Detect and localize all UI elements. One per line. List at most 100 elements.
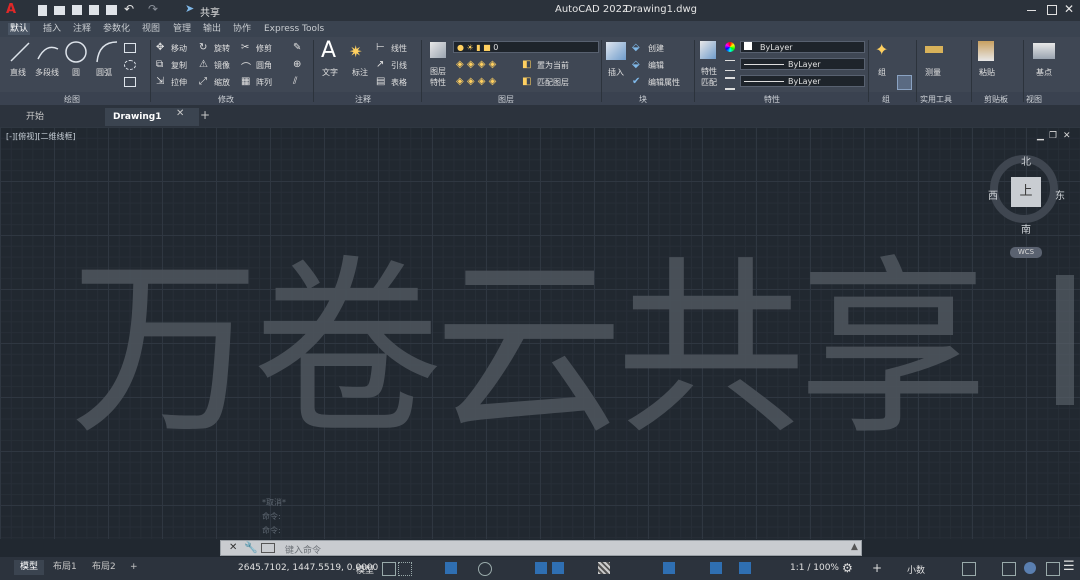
share-icon[interactable]: ➤ bbox=[185, 2, 194, 15]
base-view-icon[interactable] bbox=[1033, 43, 1055, 59]
array-label[interactable]: 阵列 bbox=[256, 77, 272, 88]
layer-tools-icon[interactable]: ◈ ◈ ◈ ◈ bbox=[456, 59, 496, 70]
trim-label[interactable]: 修剪 bbox=[256, 43, 272, 54]
command-input[interactable]: 键入命令 bbox=[285, 543, 321, 556]
grid-icon[interactable] bbox=[382, 562, 396, 576]
edit-block-icon[interactable]: ⬙ bbox=[632, 59, 640, 70]
erase-icon[interactable]: ✎ bbox=[293, 42, 301, 53]
tab-default[interactable]: 默认 bbox=[8, 23, 31, 35]
command-settings-icon[interactable]: 🔧 bbox=[244, 541, 258, 554]
polyline-icon[interactable] bbox=[36, 41, 60, 63]
polar-tracking-icon[interactable] bbox=[478, 562, 492, 576]
layout-tab-model[interactable]: 模型 bbox=[14, 560, 45, 575]
move-icon[interactable]: ✥ bbox=[156, 42, 164, 53]
tab-express-tools[interactable]: Express Tools bbox=[262, 23, 326, 35]
workspace-gear-icon[interactable]: ⚙ bbox=[842, 561, 853, 575]
open-file-icon[interactable] bbox=[54, 6, 65, 15]
move-label[interactable]: 移动 bbox=[171, 43, 187, 54]
fillet-label[interactable]: 圆角 bbox=[256, 60, 272, 71]
command-close-icon[interactable]: ✕ bbox=[229, 542, 237, 553]
compass-south[interactable]: 南 bbox=[1021, 221, 1031, 236]
tab-insert[interactable]: 插入 bbox=[41, 23, 63, 35]
paste-label[interactable]: 粘贴 bbox=[979, 67, 995, 78]
trim-icon[interactable]: ✂ bbox=[241, 42, 249, 53]
match-layer-icon[interactable]: ◧ bbox=[522, 76, 531, 87]
match-properties-label[interactable]: 特性 bbox=[701, 66, 717, 77]
table-label[interactable]: 表格 bbox=[391, 77, 407, 88]
annotation-visibility-icon[interactable] bbox=[739, 562, 751, 574]
tab-collaborate[interactable]: 协作 bbox=[231, 23, 253, 35]
viewport-minimize-icon[interactable]: ▁ bbox=[1037, 131, 1044, 141]
viewport-restore-icon[interactable]: ❐ bbox=[1049, 131, 1057, 141]
text-label[interactable]: 文字 bbox=[322, 67, 338, 78]
tab-manage[interactable]: 管理 bbox=[171, 23, 193, 35]
stretch-label[interactable]: 拉伸 bbox=[171, 77, 187, 88]
view-cube-face[interactable]: 上 bbox=[1011, 177, 1041, 207]
base-label[interactable]: 基点 bbox=[1036, 67, 1052, 78]
tab-parametric[interactable]: 参数化 bbox=[101, 23, 132, 35]
compass-east[interactable]: 东 bbox=[1055, 187, 1065, 202]
clean-screen-icon[interactable] bbox=[1046, 562, 1060, 576]
leader-label[interactable]: 引线 bbox=[391, 60, 407, 71]
paste-icon[interactable] bbox=[978, 41, 994, 61]
set-current-icon[interactable]: ◧ bbox=[522, 59, 531, 70]
redo-icon[interactable]: ↷ bbox=[148, 2, 158, 16]
navigation-bar[interactable] bbox=[1056, 275, 1074, 405]
rotate-icon[interactable]: ↻ bbox=[199, 42, 207, 53]
selection-cycling-icon[interactable] bbox=[663, 562, 675, 574]
table-grid-icon[interactable] bbox=[124, 77, 136, 87]
rotate-label[interactable]: 旋转 bbox=[214, 43, 230, 54]
mirror-label[interactable]: 镜像 bbox=[214, 60, 230, 71]
array-icon[interactable]: ▦ bbox=[241, 76, 250, 87]
tab-output[interactable]: 输出 bbox=[201, 23, 223, 35]
drawing-tab[interactable]: Drawing1 bbox=[105, 108, 199, 126]
command-history-expand-icon[interactable]: ▲ bbox=[851, 542, 858, 552]
close-icon[interactable]: ✕ bbox=[1064, 2, 1074, 16]
new-file-icon[interactable] bbox=[38, 5, 47, 16]
model-space-button[interactable]: 模型 bbox=[356, 563, 374, 576]
dimension-icon[interactable]: ✷ bbox=[349, 42, 362, 61]
close-tab-icon[interactable]: ✕ bbox=[176, 108, 184, 119]
wcs-menu[interactable]: WCS bbox=[1010, 247, 1042, 258]
layer-properties-label-2[interactable]: 特性 bbox=[430, 77, 446, 88]
block-group-title[interactable]: 块 bbox=[639, 94, 647, 105]
groups-group-title[interactable]: 组 bbox=[882, 94, 890, 105]
quick-properties-icon[interactable] bbox=[962, 562, 976, 576]
autocad-logo-icon[interactable]: A bbox=[6, 3, 18, 17]
draw-group-title[interactable]: 绘图 bbox=[64, 94, 80, 105]
annotation-monitor-icon[interactable] bbox=[710, 562, 722, 574]
modify-group-title[interactable]: 修改 bbox=[218, 94, 234, 105]
match-properties-icon[interactable] bbox=[700, 41, 716, 59]
start-tab[interactable]: 开始 bbox=[18, 108, 52, 126]
layer-properties-icon[interactable] bbox=[430, 42, 446, 58]
edit-attribute-label[interactable]: 编辑属性 bbox=[648, 77, 680, 88]
measure-icon[interactable] bbox=[925, 46, 943, 53]
lineweight-icon[interactable] bbox=[725, 77, 735, 90]
layers-group-title[interactable]: 图层 bbox=[498, 94, 514, 105]
scale-icon[interactable]: ⤢ bbox=[199, 76, 207, 87]
compass-north[interactable]: 北 bbox=[1021, 153, 1031, 168]
minimize-icon[interactable] bbox=[1027, 10, 1036, 11]
save-as-icon[interactable] bbox=[89, 5, 99, 15]
insert-block-icon[interactable] bbox=[606, 42, 626, 60]
linetype-dropdown[interactable]: ByLayer bbox=[740, 58, 865, 70]
viewport-label[interactable]: [-][俯视][二维线框] bbox=[6, 131, 76, 142]
tab-view[interactable]: 视图 bbox=[140, 23, 162, 35]
object-snap-icon[interactable] bbox=[535, 562, 547, 574]
recent-commands-icon[interactable] bbox=[261, 543, 275, 553]
view-group-title[interactable]: 视图 bbox=[1026, 94, 1042, 105]
utilities-group-title[interactable]: 实用工具 bbox=[920, 94, 952, 105]
group-select-icon[interactable] bbox=[897, 75, 912, 90]
copy-label[interactable]: 复制 bbox=[171, 60, 187, 71]
annotation-scale[interactable]: 1:1 / 100% bbox=[790, 563, 839, 573]
line-icon[interactable] bbox=[9, 41, 31, 63]
layer-dropdown[interactable]: ● ☀ ▮ ■ 0 bbox=[453, 41, 599, 53]
rectangle-icon[interactable] bbox=[124, 43, 136, 53]
transparency-icon[interactable] bbox=[598, 562, 610, 574]
group-label[interactable]: 组 bbox=[878, 67, 886, 78]
tab-annotate[interactable]: 注释 bbox=[71, 23, 93, 35]
linetype-icon[interactable] bbox=[725, 60, 735, 71]
clipboard-group-title[interactable]: 剪贴板 bbox=[984, 94, 1008, 105]
hardware-acceleration-icon[interactable] bbox=[1024, 562, 1036, 574]
edit-block-label[interactable]: 编辑 bbox=[648, 60, 664, 71]
